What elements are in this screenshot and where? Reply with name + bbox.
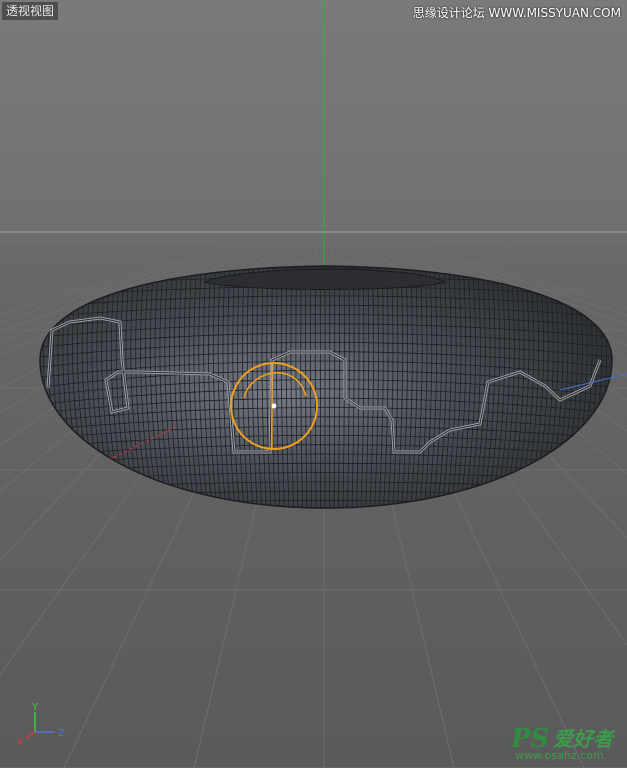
scene-canvas[interactable]: Y Z X — [0, 0, 627, 768]
watermark-top-text: 思缘设计论坛 WWW.MISSYUAN.COM — [412, 6, 621, 20]
watermark-url: www.psahz.com — [515, 749, 604, 762]
view-name-label[interactable]: 透视视图 — [2, 2, 59, 20]
axis-x-label: X — [17, 737, 24, 748]
axis-y-label: Y — [31, 702, 39, 713]
watermark-logo: PS 爱好者 www.psahz.com — [511, 724, 621, 764]
axis-z-label: Z — [58, 728, 65, 739]
perspective-viewport[interactable]: Y Z X 透视视图 思缘设计论坛 WWW.MISSYUAN.COM PS 爱好… — [0, 0, 627, 768]
gizmo-center-point[interactable] — [271, 403, 277, 409]
